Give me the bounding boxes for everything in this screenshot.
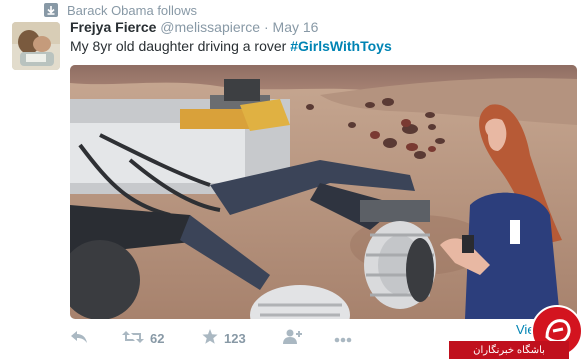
- favorite-button[interactable]: 123: [202, 329, 282, 347]
- add-user-icon: [282, 329, 302, 347]
- tweet-actions: 62 123: [70, 328, 364, 348]
- timestamp[interactable]: May 16: [273, 19, 319, 35]
- author-handle[interactable]: @melissapierce: [160, 19, 260, 35]
- social-context-text: Barack Obama follows: [67, 2, 198, 18]
- reply-icon: [70, 330, 88, 347]
- watermark-logo: باشگاه خبرنگاران: [449, 303, 586, 359]
- more-button[interactable]: [334, 331, 364, 346]
- tweet-text-body: My 8yr old daughter driving a rover: [70, 38, 291, 54]
- tweet-header: Frejya Fierce @melissapierce · May 16: [70, 19, 318, 35]
- favorite-count: 123: [224, 330, 246, 346]
- watermark-text: باشگاه خبرنگاران: [449, 341, 569, 359]
- avatar[interactable]: [12, 22, 60, 70]
- hashtag-link[interactable]: #GirlsWithToys: [290, 38, 392, 54]
- reply-button[interactable]: [70, 330, 122, 347]
- retweet-icon: [122, 330, 144, 347]
- retweet-button[interactable]: 62: [122, 330, 202, 347]
- author-name[interactable]: Frejya Fierce: [70, 19, 156, 35]
- tweet-text: My 8yr old daughter driving a rover #Gir…: [70, 38, 392, 54]
- star-icon: [202, 329, 218, 347]
- separator: ·: [263, 19, 269, 35]
- rover-photo: [70, 65, 577, 319]
- follow-user-button[interactable]: [282, 329, 334, 347]
- more-icon: [334, 331, 352, 346]
- follow-icon: [44, 3, 58, 17]
- tweet-photo[interactable]: [70, 65, 577, 319]
- social-context: Barack Obama follows: [44, 2, 197, 18]
- retweet-count: 62: [150, 330, 165, 346]
